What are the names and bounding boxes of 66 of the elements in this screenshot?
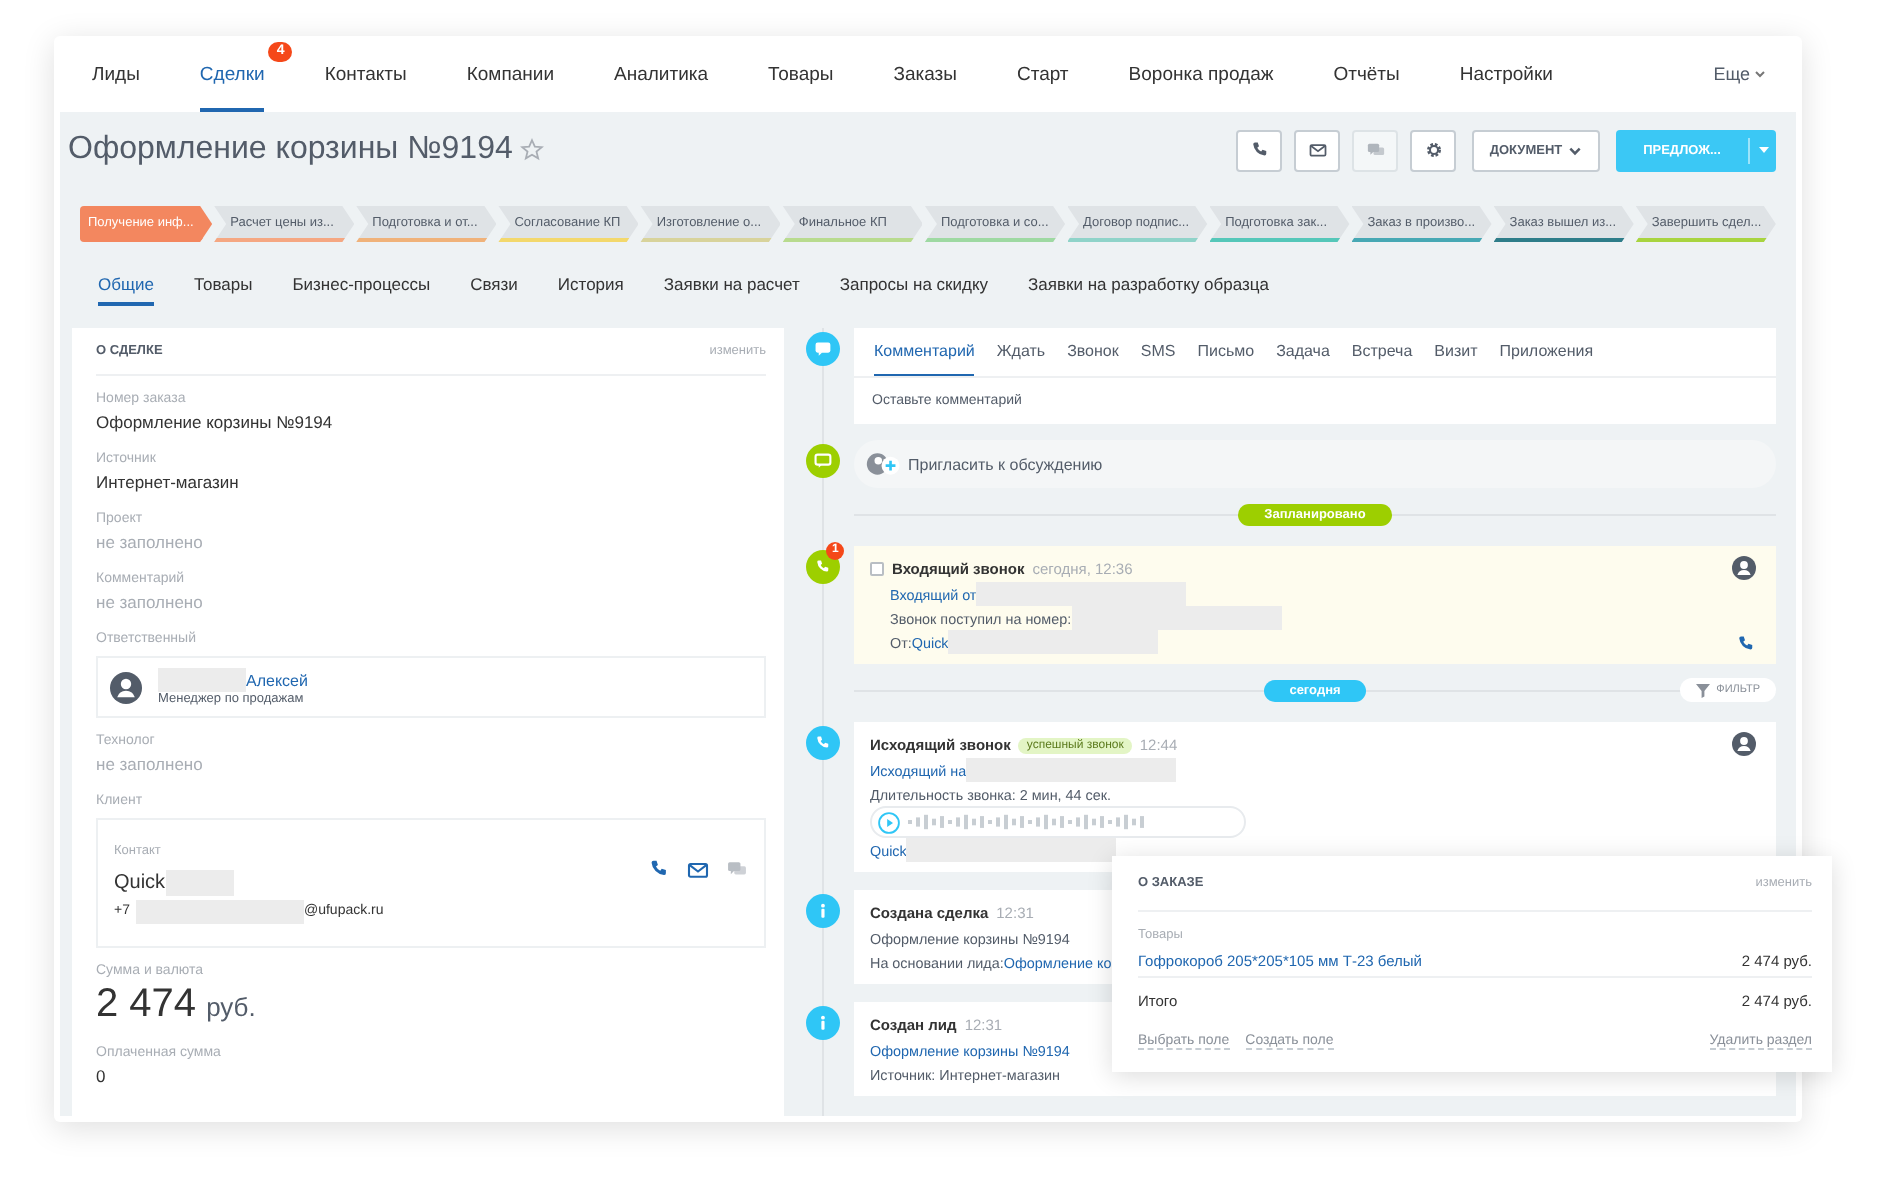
amount-value: 2 474: [96, 982, 197, 1026]
invite-label: Пригласить к обсуждению: [908, 455, 1103, 473]
nav-tab[interactable]: Товары: [768, 36, 834, 112]
activity-tab[interactable]: SMS: [1140, 328, 1176, 376]
nav-tab[interactable]: Воронка продаж: [1128, 36, 1274, 112]
tab[interactable]: Бизнес-процессы: [292, 266, 431, 306]
more-menu[interactable]: Еще: [1713, 36, 1766, 112]
user-icon: [1732, 556, 1756, 580]
nav-tab[interactable]: Компании: [466, 36, 554, 112]
field-value: 0: [96, 1064, 108, 1090]
page-title: Оформление корзины №9194: [68, 132, 513, 168]
field-value: не заполнено: [96, 752, 205, 778]
phone-icon[interactable]: [1736, 634, 1756, 654]
nav-tab[interactable]: Контакты: [324, 36, 407, 112]
user-icon: [1732, 732, 1756, 756]
comment-icon: [805, 332, 839, 366]
tab[interactable]: Заявки на расчет: [663, 266, 800, 306]
contact-name: Quick: [114, 871, 166, 893]
phone-icon[interactable]: [648, 858, 670, 880]
nav-tab[interactable]: Отчёты: [1333, 36, 1400, 112]
chat-icon: [805, 444, 839, 478]
filter-icon: [1696, 683, 1711, 697]
tab[interactable]: Запросы на скидку: [839, 266, 989, 306]
audio-player[interactable]: [870, 806, 1246, 838]
field-value: Оформление корзины №9194: [96, 410, 335, 436]
activity-tab[interactable]: Встреча: [1351, 328, 1413, 376]
settings-icon: [1423, 140, 1443, 160]
mail-icon: [1307, 140, 1327, 160]
nav-tab[interactable]: Настройки: [1459, 36, 1553, 112]
tab[interactable]: Общие: [98, 266, 154, 306]
activity-tab[interactable]: Задача: [1276, 328, 1330, 376]
tab[interactable]: Товары: [193, 266, 253, 306]
user-icon: [110, 671, 142, 703]
field-value: не заполнено: [96, 590, 205, 616]
tab[interactable]: Заявки на разработку образца: [1028, 266, 1270, 306]
chat-icon: [1365, 140, 1385, 160]
nav-tab[interactable]: Аналитика: [614, 36, 709, 112]
caret-icon: [1754, 68, 1766, 80]
phone-button[interactable]: [1236, 129, 1282, 171]
field-value: не заполнено: [96, 530, 205, 556]
activity-tab[interactable]: Приложения: [1499, 328, 1594, 376]
caret-icon: [1568, 143, 1583, 157]
play-icon[interactable]: [878, 811, 900, 833]
activity-tab[interactable]: Ждать: [996, 328, 1046, 376]
currency-label: руб.: [206, 990, 256, 1026]
nav-tab[interactable]: Старт: [1016, 36, 1069, 112]
nav-tab[interactable]: Заказы: [893, 36, 957, 112]
checkbox[interactable]: [870, 562, 884, 576]
person-link[interactable]: Алексей: [246, 671, 308, 689]
tab[interactable]: История: [557, 266, 624, 306]
activity-tab[interactable]: Письмо: [1197, 328, 1255, 376]
settings-button[interactable]: [1410, 129, 1456, 171]
phone-icon: [1249, 140, 1269, 160]
field-value: Интернет-магазин: [96, 470, 241, 496]
invite-button[interactable]: Пригласить к обсуждению: [854, 440, 1776, 488]
caret-icon: [1757, 144, 1769, 156]
star-icon[interactable]: [520, 138, 545, 162]
mail-icon[interactable]: [686, 857, 710, 881]
activity-tab[interactable]: Звонок: [1067, 328, 1119, 376]
tab[interactable]: Связи: [470, 266, 518, 306]
add-user-icon: [866, 450, 902, 478]
chat-icon[interactable]: [726, 858, 748, 880]
activity-tab[interactable]: Комментарий: [874, 328, 975, 376]
nav-tab[interactable]: Лиды: [92, 36, 140, 112]
mail-button[interactable]: [1294, 129, 1340, 171]
activity-tab[interactable]: Визит: [1434, 328, 1478, 376]
